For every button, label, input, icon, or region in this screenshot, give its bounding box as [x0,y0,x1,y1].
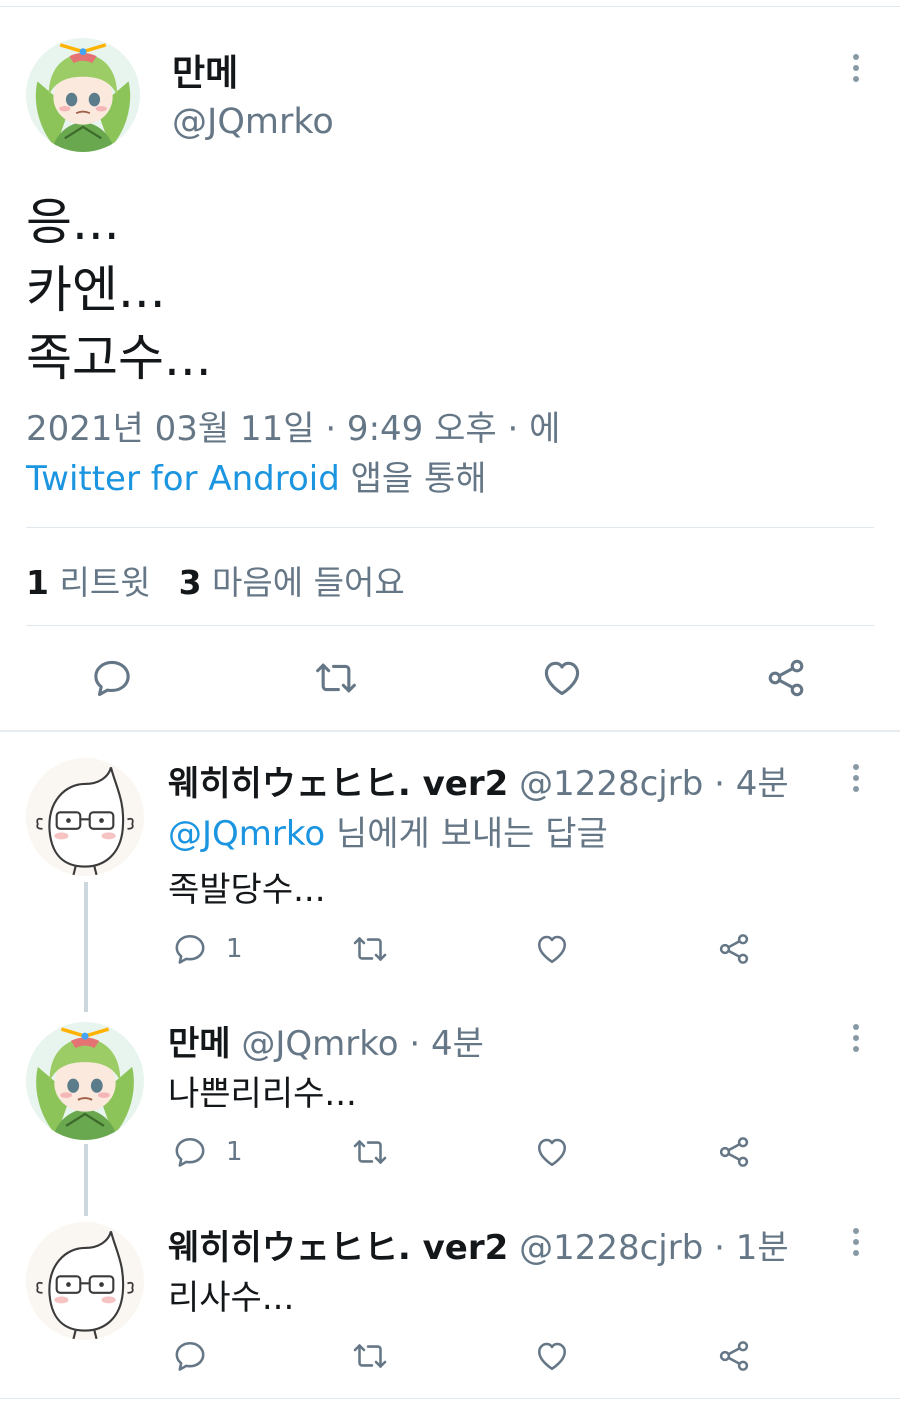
retweet-icon [352,931,388,967]
reply-text: 리사수... [168,1278,295,1318]
share-icon [716,1134,752,1170]
like-label: 마음에 들어요 [212,563,405,602]
reply-button[interactable]: 1 [172,931,243,967]
avatar[interactable] [26,1222,144,1340]
bottom-divider [0,1398,900,1399]
share-button[interactable] [764,656,808,700]
replying-to-suffix: 님에게 보내는 답글 [325,814,608,854]
likes-stat[interactable]: 3 마음에 들어요 [179,563,405,602]
divider [26,527,874,528]
author-display-name[interactable]: 웨히히ウェヒヒ. ver2 [168,764,508,804]
avatar[interactable] [26,1022,144,1140]
reply-time: · 4분 [703,764,789,804]
share-button[interactable] [716,931,752,967]
heart-icon [534,1338,570,1374]
source-suffix: 앱을 통해 [339,459,487,499]
like-button[interactable] [534,931,570,967]
tweet-meta: 2021년 03월 11일 · 9:49 오후 · 에 Twitter for … [26,404,586,504]
reply-text: 나쁜리리수... [168,1074,357,1114]
reply-count: 1 [226,1137,243,1167]
share-icon [716,931,752,967]
share-icon [764,656,808,700]
more-vertical-icon[interactable] [846,1228,866,1256]
heart-icon [534,931,570,967]
replying-to: @JQmrko 님에게 보내는 답글 [168,806,608,855]
like-button[interactable] [534,1134,570,1170]
retweet-button[interactable] [352,1134,388,1170]
reply-icon [90,656,134,700]
heart-icon [534,1134,570,1170]
share-button[interactable] [716,1338,752,1374]
reply-text: 족발당수... [168,870,326,910]
retweet-icon [352,1338,388,1374]
tweet-text-line: 응... [26,193,120,251]
reply-header: 만메 @JQmrko · 4분 [168,1016,484,1065]
main-tweet: 만메 @JQmrko 응... 카엔... 족고수... 2021년 03월 1… [0,0,900,730]
retweet-icon [314,656,358,700]
reply-tweet[interactable]: 웨히히ウェヒヒ. ver2 @1228cjrb · 1분 리사수... [0,1220,900,1398]
retweet-button[interactable] [314,656,358,700]
reply-tweet[interactable]: 웨히히ウェヒヒ. ver2 @1228cjrb · 4분 @JQmrko 님에게… [0,756,900,996]
author-handle[interactable]: @1228cjrb [519,764,703,804]
mention-link[interactable]: @JQmrko [168,814,325,854]
reply-button[interactable] [90,656,134,700]
source-app-link[interactable]: Twitter for Android [26,459,340,499]
author-handle[interactable]: @JQmrko [172,102,334,142]
reply-time: · 4분 [398,1024,484,1064]
tweet-timestamp[interactable]: 2021년 03월 11일 · 9:49 오후 · 에 [26,409,560,449]
reply-button[interactable] [172,1338,208,1374]
retweet-button[interactable] [352,931,388,967]
reply-time: · 1분 [703,1228,789,1268]
tweet-stats: 1 리트윗 3 마음에 들어요 [26,556,405,604]
retweet-button[interactable] [352,1338,388,1374]
reply-icon [172,1134,208,1170]
more-vertical-icon[interactable] [846,54,866,82]
like-button[interactable] [534,1338,570,1374]
reply-header: 웨히히ウェヒヒ. ver2 @1228cjrb · 4분 [168,756,789,805]
retweet-label: 리트윗 [59,563,151,602]
reply-icon [172,1338,208,1374]
avatar[interactable] [26,758,144,876]
share-icon [716,1338,752,1374]
reply-tweet[interactable]: 만메 @JQmrko · 4분 나쁜리리수... 1 [0,1016,900,1216]
author-display-name[interactable]: 만메 [168,1024,231,1064]
retweet-icon [352,1134,388,1170]
reply-header: 웨히히ウェヒヒ. ver2 @1228cjrb · 1분 [168,1220,789,1269]
avatar[interactable] [26,38,140,152]
reply-icon [172,931,208,967]
section-divider [0,730,900,732]
divider [26,625,874,626]
reply-button[interactable]: 1 [172,1134,243,1170]
share-button[interactable] [716,1134,752,1170]
reply-count: 1 [226,934,243,964]
author-display-name[interactable]: 만메 [172,44,238,96]
retweets-stat[interactable]: 1 리트윗 [26,563,151,602]
author-handle[interactable]: @JQmrko [241,1024,398,1064]
author-handle[interactable]: @1228cjrb [519,1228,703,1268]
more-vertical-icon[interactable] [846,1024,866,1052]
tweet-text-line: 카엔... [26,261,166,319]
more-vertical-icon[interactable] [846,764,866,792]
tweet-text: 응... 카엔... 족고수... [26,188,212,392]
author-display-name[interactable]: 웨히히ウェヒヒ. ver2 [168,1228,508,1268]
like-count: 3 [178,563,202,602]
retweet-count: 1 [26,563,49,602]
tweet-text-line: 족고수... [26,329,212,387]
heart-icon [540,656,584,700]
like-button[interactable] [540,656,584,700]
